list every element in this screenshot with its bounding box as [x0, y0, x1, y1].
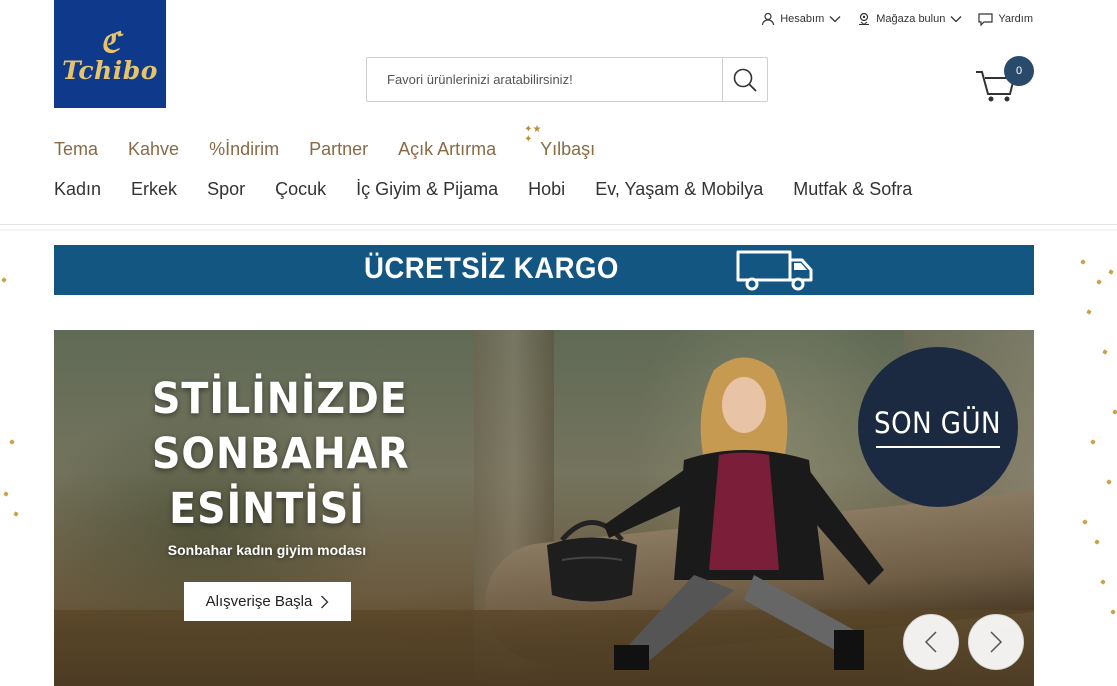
- chat-icon: [978, 12, 993, 26]
- nav-item-tema[interactable]: Tema: [54, 139, 98, 160]
- last-day-badge[interactable]: SON GÜN: [858, 347, 1018, 507]
- free-shipping-text: ÜCRETSİZ KARGO: [364, 252, 619, 285]
- nav-item-mutfak[interactable]: Mutfak & Sofra: [793, 179, 912, 200]
- nav-item-cocuk[interactable]: Çocuk: [275, 179, 326, 200]
- store-finder-label: Mağaza bulun: [876, 13, 946, 25]
- confetti-decoration-right: [1057, 250, 1117, 686]
- cart-count-badge: 0: [1004, 56, 1034, 86]
- coffee-bean-icon: ℭ: [100, 26, 120, 59]
- nav-item-kadin[interactable]: Kadın: [54, 179, 101, 200]
- chevron-down-icon: [829, 16, 841, 23]
- free-shipping-banner[interactable]: ÜCRETSİZ KARGO: [54, 245, 1034, 295]
- carousel-prev-button[interactable]: [903, 614, 959, 670]
- help-label: Yardım: [998, 13, 1033, 25]
- hero-headline-line-2: SONBAHAR: [152, 429, 410, 479]
- store-finder-link[interactable]: Mağaza bulun: [857, 12, 962, 26]
- chevron-right-icon: [321, 595, 329, 608]
- hero-headline: STİLİNİZDE SONBAHAR ESİNTİSİ: [152, 372, 410, 537]
- search-input[interactable]: [367, 58, 722, 101]
- nav-item-hobi[interactable]: Hobi: [528, 179, 565, 200]
- carousel-next-button[interactable]: [968, 614, 1024, 670]
- account-link[interactable]: Hesabım: [761, 12, 841, 26]
- search-bar: [366, 57, 768, 102]
- nav-item-partner[interactable]: Partner: [309, 139, 368, 160]
- top-links: Hesabım Mağaza bulun Yardım: [761, 12, 1033, 26]
- chevron-down-icon: [950, 16, 962, 23]
- user-icon: [762, 12, 775, 26]
- nav-item-acik-artirma[interactable]: Açık Artırma: [398, 139, 496, 160]
- truck-icon: [736, 250, 813, 291]
- chevron-right-icon: [990, 631, 1003, 653]
- nav-item-ic-giyim[interactable]: İç Giyim & Pijama: [356, 179, 498, 200]
- confetti-decoration-left: [0, 250, 60, 686]
- nav-item-indirim[interactable]: %İndirim: [209, 139, 279, 160]
- account-label: Hesabım: [780, 13, 825, 25]
- nav-item-yilbasi-label: Yılbaşı: [540, 139, 596, 159]
- primary-nav: Tema Kahve %İndirim Partner Açık Artırma…: [54, 125, 596, 160]
- cart-button[interactable]: 0: [974, 56, 1036, 106]
- tchibo-logo[interactable]: ℭ Tchibo: [54, 0, 166, 108]
- header-divider: [0, 224, 1117, 225]
- header-shadow: [0, 229, 1117, 231]
- nav-item-spor[interactable]: Spor: [207, 179, 245, 200]
- logo-text: Tchibo: [62, 56, 158, 85]
- start-shopping-button[interactable]: Alışverişe Başla: [184, 582, 351, 621]
- help-link[interactable]: Yardım: [978, 12, 1033, 26]
- nav-item-kahve[interactable]: Kahve: [128, 139, 179, 160]
- nav-item-erkek[interactable]: Erkek: [131, 179, 177, 200]
- last-day-text: SON GÜN: [874, 406, 1002, 440]
- location-icon: [859, 12, 870, 26]
- hero-headline-line-3: ESİNTİSİ: [169, 484, 365, 534]
- search-button[interactable]: [722, 58, 767, 101]
- nav-item-ev-yasam[interactable]: Ev, Yaşam & Mobilya: [595, 179, 763, 200]
- start-shopping-label: Alışverişe Başla: [205, 593, 313, 610]
- category-nav: Kadın Erkek Spor Çocuk İç Giyim & Pijama…: [54, 179, 912, 200]
- badge-underline: [876, 446, 1000, 448]
- chevron-left-icon: [924, 631, 937, 653]
- hero-subtitle: Sonbahar kadın giyim modası: [167, 542, 367, 558]
- hero-headline-line-1: STİLİNİZDE: [152, 374, 408, 424]
- hero-banner[interactable]: STİLİNİZDE SONBAHAR ESİNTİSİ Sonbahar ka…: [54, 330, 1034, 686]
- stars-icon: ✦★ ✦: [524, 124, 542, 145]
- nav-item-yilbasi[interactable]: ✦★ ✦ Yılbaşı: [524, 125, 596, 160]
- search-icon: [733, 68, 757, 92]
